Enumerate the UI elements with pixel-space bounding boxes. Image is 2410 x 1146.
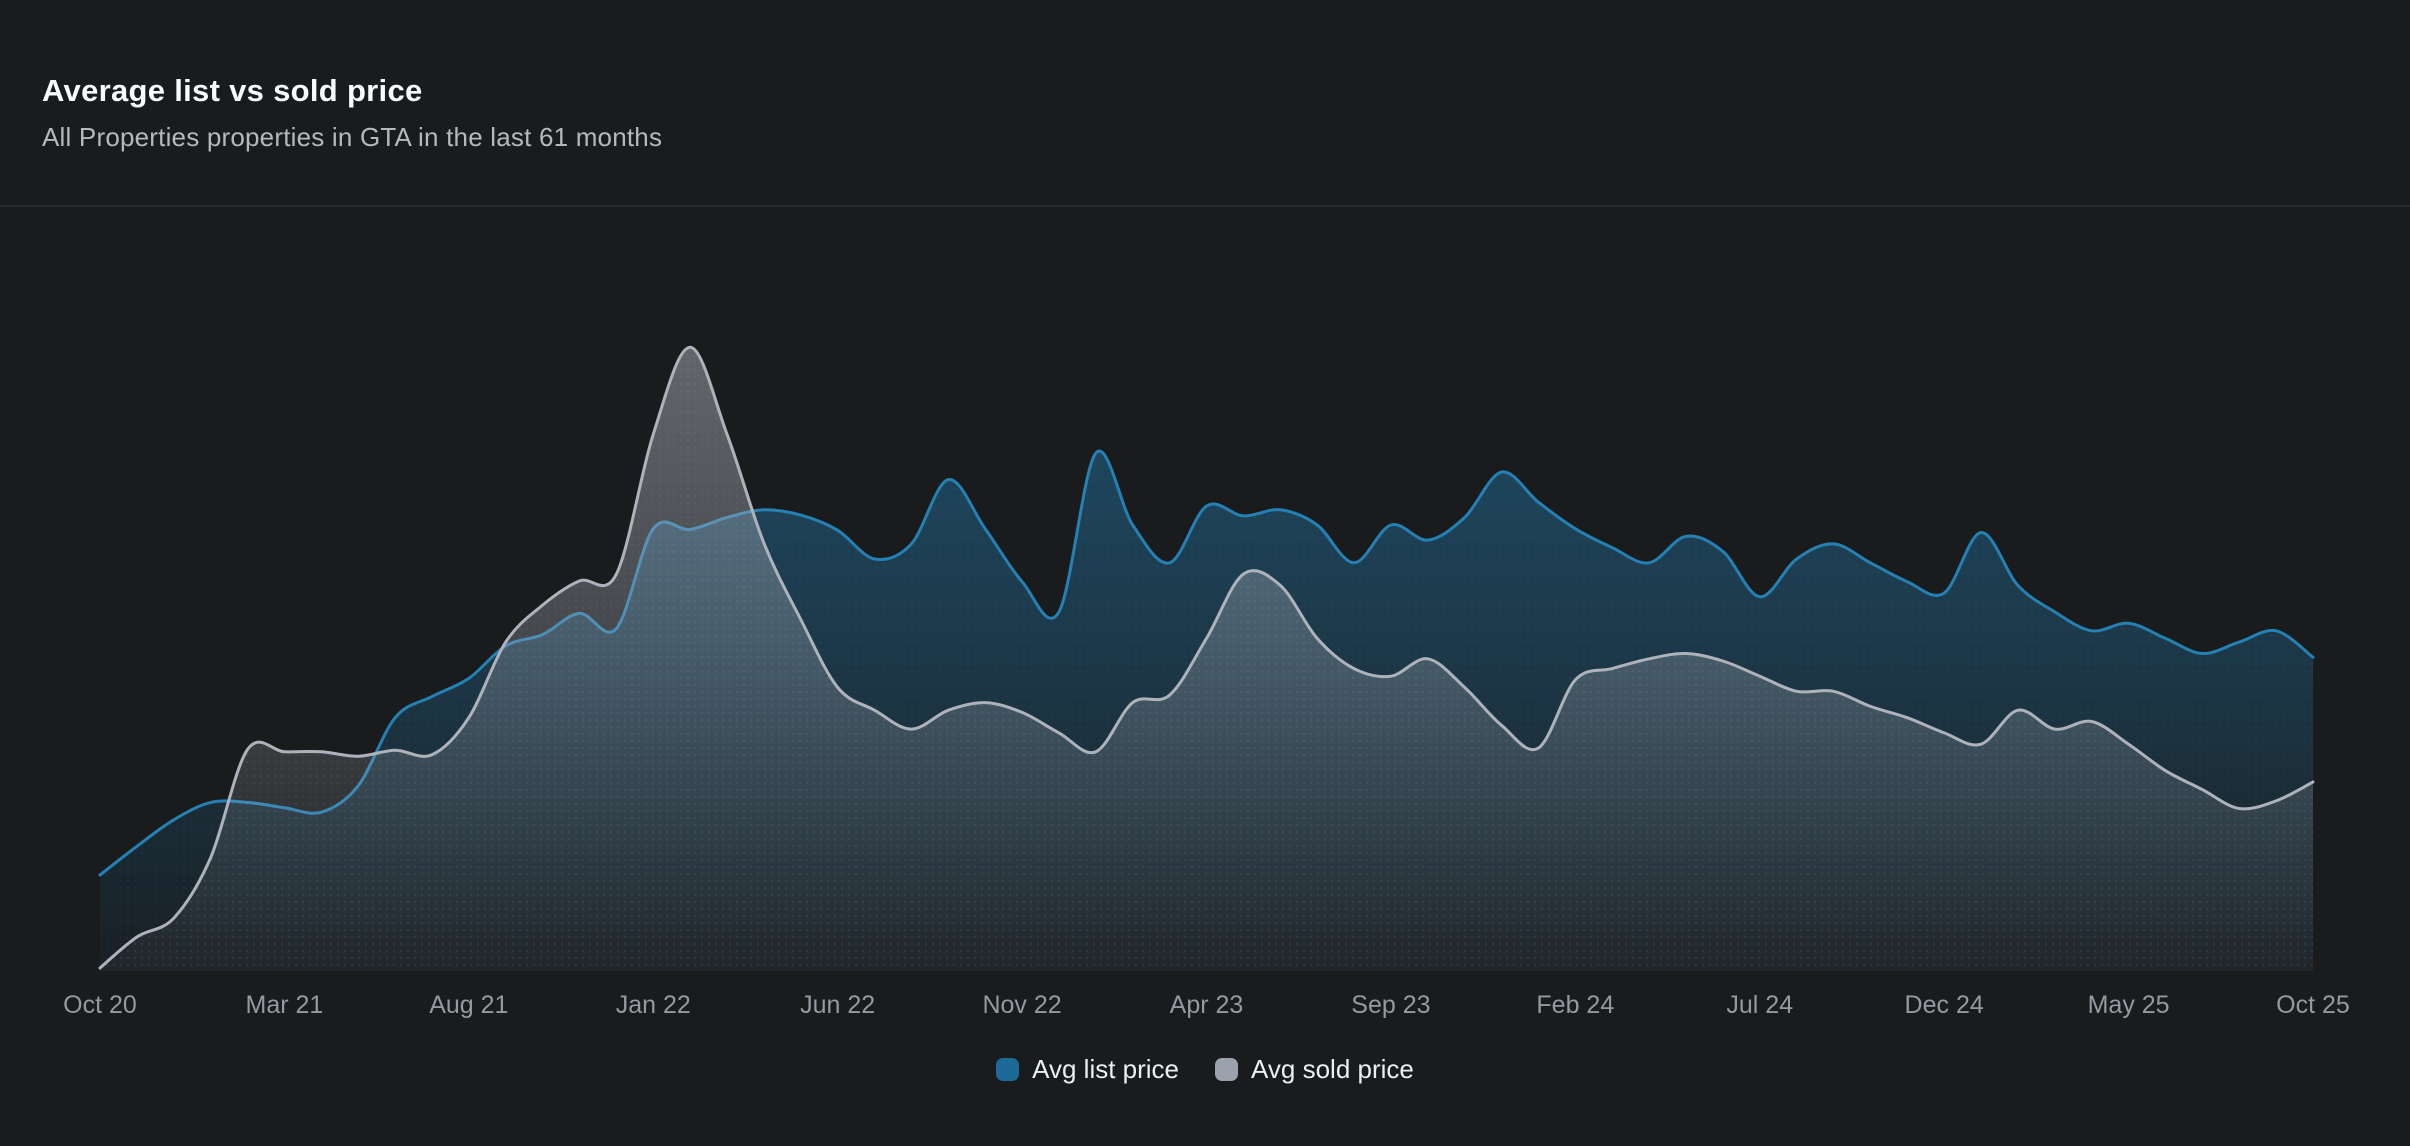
chart-header: Average list vs sold price All Propertie… [0, 0, 2410, 207]
page-title: Average list vs sold price [42, 74, 2368, 108]
avg-list-price-swatch-icon [996, 1058, 1019, 1081]
x-tick-jan-22: Jan 22 [616, 991, 691, 1020]
area-chart-canvas[interactable] [0, 207, 2410, 977]
x-tick-sep-23: Sep 23 [1351, 991, 1430, 1020]
avg-sold-price-swatch-icon [1215, 1058, 1238, 1081]
x-tick-dec-24: Dec 24 [1905, 991, 1984, 1020]
chart-legend: Avg list price Avg sold price [0, 1049, 2410, 1089]
x-tick-may-25: May 25 [2088, 991, 2170, 1020]
x-tick-oct-20: Oct 20 [63, 991, 137, 1020]
legend-item-avg-list-price[interactable]: Avg list price [996, 1054, 1179, 1085]
x-axis-tick-row: Oct 20 Mar 21 Aug 21 Jan 22 Jun 22 Nov 22 Apr … [0, 977, 2410, 1033]
x-tick-nov-22: Nov 22 [982, 991, 1061, 1020]
x-tick-mar-21: Mar 21 [246, 991, 324, 1020]
legend-label: Avg sold price [1251, 1054, 1414, 1085]
legend-item-avg-sold-price[interactable]: Avg sold price [1215, 1054, 1414, 1085]
x-tick-oct-25: Oct 25 [2276, 991, 2350, 1020]
price-trend-chart [0, 207, 2410, 977]
x-tick-aug-21: Aug 21 [429, 991, 508, 1020]
x-tick-apr-23: Apr 23 [1170, 991, 1244, 1020]
x-tick-jul-24: Jul 24 [1726, 991, 1793, 1020]
x-tick-jun-22: Jun 22 [800, 991, 875, 1020]
page-subtitle: All Properties properties in GTA in the … [42, 122, 2368, 153]
legend-label: Avg list price [1032, 1054, 1179, 1085]
x-tick-feb-24: Feb 24 [1536, 991, 1614, 1020]
